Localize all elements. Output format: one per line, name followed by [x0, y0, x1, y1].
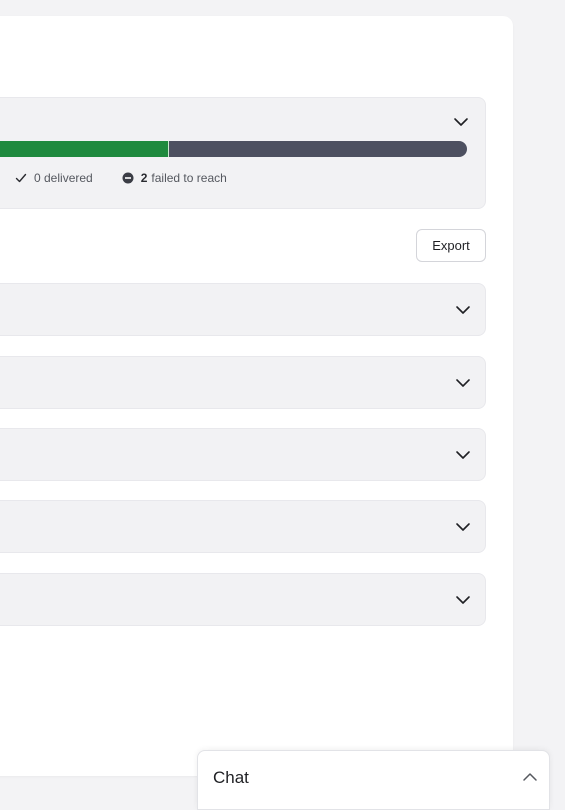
delivery-progress-bar: [0, 141, 467, 157]
list-item[interactable]: [0, 500, 486, 553]
list-item[interactable]: [0, 356, 486, 409]
delivered-stat: 0 delivered: [14, 171, 93, 185]
failed-stat: 2 failed to reach: [121, 171, 227, 185]
minus-circle-icon: [121, 171, 135, 185]
check-icon: [14, 171, 28, 185]
chevron-down-icon[interactable]: [455, 302, 471, 318]
chevron-up-icon[interactable]: [522, 769, 538, 785]
failed-label: failed to reach: [151, 171, 227, 185]
list-item[interactable]: [0, 283, 486, 336]
list-item[interactable]: [0, 573, 486, 626]
list-item[interactable]: [0, 428, 486, 481]
chat-title: Chat: [213, 768, 249, 787]
chat-panel-header[interactable]: Chat: [197, 750, 550, 810]
chevron-down-icon[interactable]: [453, 114, 469, 130]
chevron-down-icon[interactable]: [455, 592, 471, 608]
delivery-stats: 0 delivered 2 failed to reach: [14, 171, 227, 185]
failed-count: 2: [140, 171, 148, 185]
chevron-down-icon[interactable]: [455, 375, 471, 391]
export-button[interactable]: Export: [416, 229, 486, 262]
delivery-progress-fill: [0, 141, 169, 157]
chevron-down-icon[interactable]: [455, 519, 471, 535]
delivered-label: 0 delivered: [34, 171, 93, 185]
chevron-down-icon[interactable]: [455, 447, 471, 463]
